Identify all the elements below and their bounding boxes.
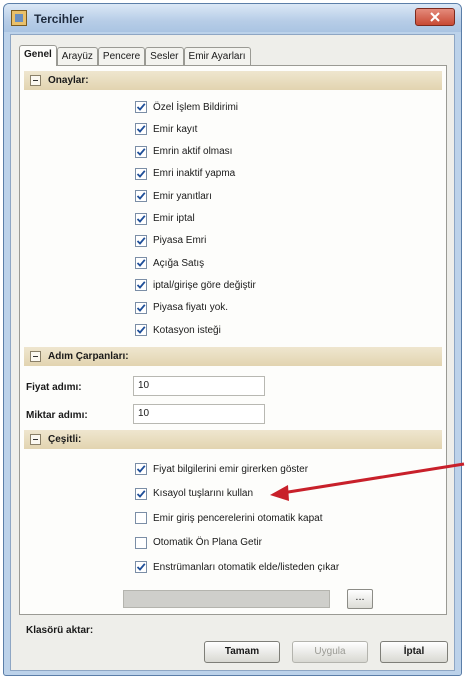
tab-genel[interactable]: Genel bbox=[19, 45, 57, 66]
annotation-arrow bbox=[270, 462, 465, 501]
